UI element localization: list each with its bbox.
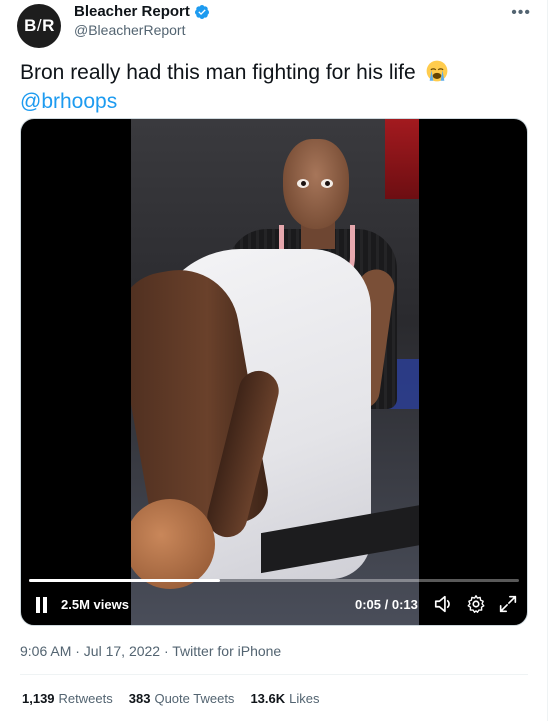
fullscreen-icon[interactable]	[497, 593, 519, 615]
tweet-header: B / R Bleacher Report @BleacherReport •••	[15, 0, 533, 48]
likes-label: Likes	[289, 691, 320, 706]
tweet-timestamp[interactable]: 9:06 AM · Jul 17, 2022 ·	[20, 643, 172, 659]
video-bg-red	[385, 119, 419, 199]
video-time: 0:05 / 0:13	[355, 597, 418, 612]
video-eye-right	[321, 179, 333, 188]
author-name-row[interactable]: Bleacher Report	[74, 3, 210, 20]
tweet-source[interactable]: Twitter for iPhone	[172, 643, 281, 659]
avatar-slash: /	[36, 16, 42, 35]
video-views: 2.5M views	[61, 597, 129, 612]
tweet-body: Bron really had this man fighting for hi…	[20, 61, 416, 84]
likes-count: 13.6K	[250, 691, 286, 706]
video-defender-head	[283, 139, 349, 229]
avatar-letter-r: R	[42, 16, 54, 35]
tweet-text: Bron really had this man fighting for hi…	[20, 58, 528, 116]
video-progress-fill	[29, 579, 221, 582]
quote-tweets-stat[interactable]: 383 Quote Tweets	[129, 691, 235, 706]
retweets-label: Retweets	[58, 691, 113, 706]
verified-badge-icon	[194, 4, 209, 19]
tweet-meta: 9:06 AM · Jul 17, 2022 · Twitter for iPh…	[20, 643, 281, 659]
tweet: B / R Bleacher Report @BleacherReport ••• …	[0, 0, 548, 721]
mention-link[interactable]: @brhoops	[20, 90, 117, 113]
avatar[interactable]: B / R	[17, 4, 61, 48]
more-options-icon[interactable]: •••	[511, 4, 531, 22]
quote-tweets-label: Quote Tweets	[154, 691, 235, 706]
handle[interactable]: @BleacherReport	[74, 22, 210, 38]
quote-tweets-count: 383	[128, 691, 151, 706]
retweets-count: 1,139	[22, 691, 55, 706]
video-progress-bar[interactable]	[29, 579, 519, 582]
volume-icon[interactable]	[433, 593, 455, 615]
video-controls: 2.5M views 0:05 / 0:13	[21, 591, 527, 619]
pause-icon[interactable]	[35, 597, 49, 613]
retweets-stat[interactable]: 1,139 Retweets	[22, 691, 113, 706]
meta-divider	[20, 674, 528, 675]
video-eye-left	[297, 179, 309, 188]
display-name[interactable]: Bleacher Report	[74, 3, 190, 20]
settings-gear-icon[interactable]	[465, 593, 487, 615]
tweet-stats: 1,139 Retweets 383 Quote Tweets 13.6K Likes	[22, 691, 320, 706]
likes-stat[interactable]: 13.6K Likes	[250, 691, 319, 706]
video-player[interactable]: 2.5M views 0:05 / 0:13	[20, 118, 528, 626]
video-frame[interactable]	[131, 119, 419, 625]
author-block: Bleacher Report @BleacherReport	[74, 3, 210, 38]
avatar-letter-b: B	[24, 16, 36, 35]
loudly-crying-face-icon	[426, 60, 447, 82]
